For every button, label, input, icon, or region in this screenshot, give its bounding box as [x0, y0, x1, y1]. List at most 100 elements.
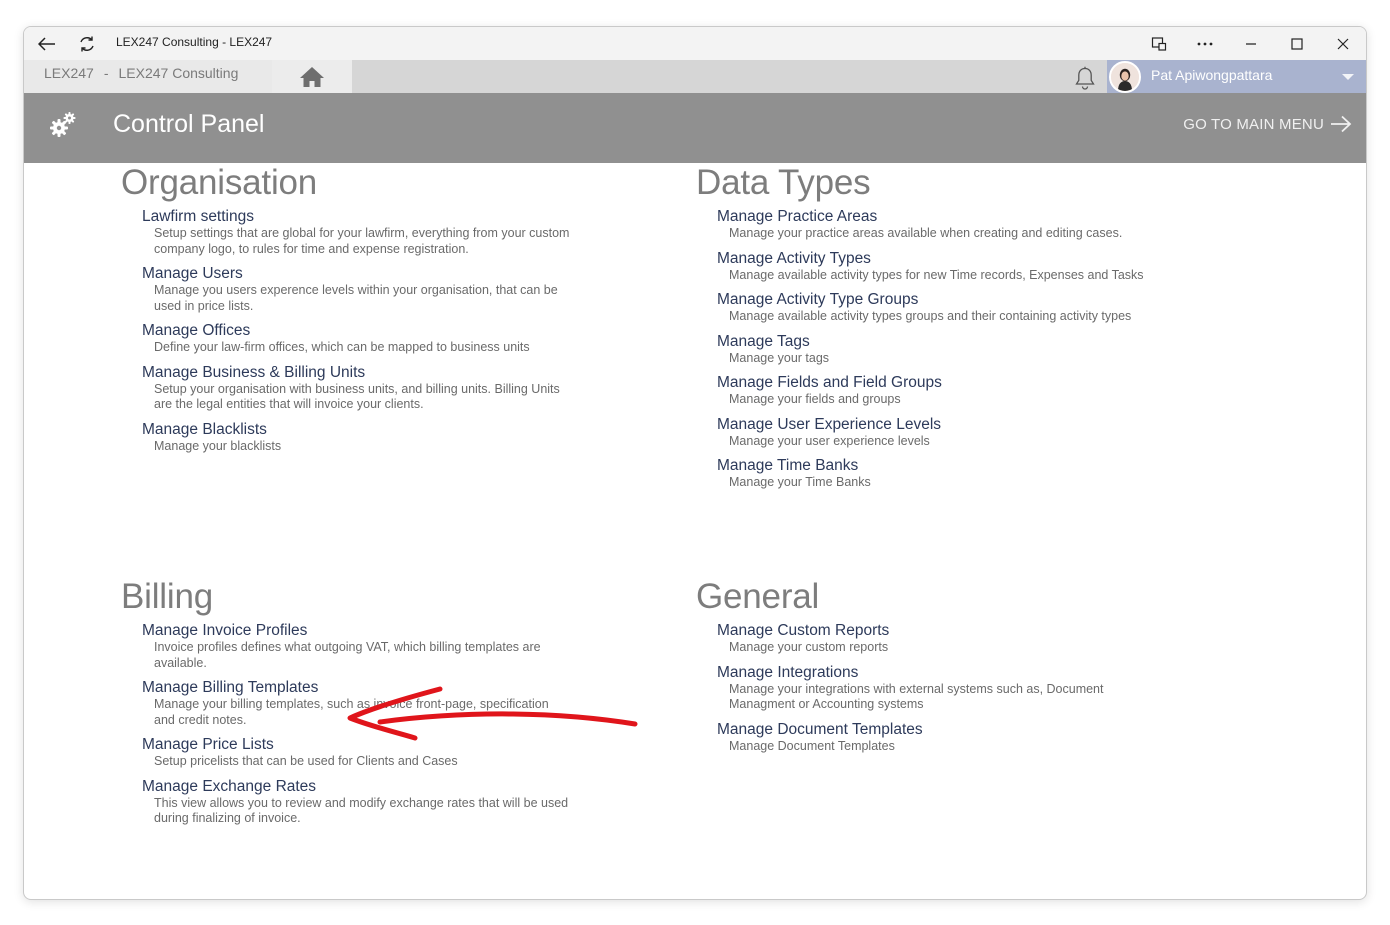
manage-exchange-rates-link[interactable]: Manage Exchange Rates: [142, 777, 316, 796]
lawfirm-settings-link[interactable]: Lawfirm settings: [142, 207, 254, 226]
item-description: Manage Document Templates: [729, 738, 895, 753]
refresh-icon: [80, 36, 94, 51]
home-button[interactable]: [272, 60, 352, 93]
page-header: Control Panel GO TO MAIN MENU: [24, 93, 1366, 163]
list-item: Manage Invoice Profiles Invoice profiles…: [121, 620, 601, 671]
manage-time-banks-link[interactable]: Manage Time Banks: [717, 456, 858, 475]
manage-activity-type-groups-link[interactable]: Manage Activity Type Groups: [717, 290, 918, 309]
maximize-icon: [1291, 37, 1303, 50]
section-billing: Billing Manage Invoice Profiles Invoice …: [121, 577, 601, 833]
minimize-icon: [1246, 42, 1256, 45]
item-description: Setup settings that are global for your …: [154, 226, 570, 256]
maximize-button[interactable]: [1274, 27, 1320, 60]
list-item: Manage Tags Manage your tags: [696, 331, 1176, 367]
list-item: Lawfirm settings Setup settings that are…: [121, 206, 601, 257]
list-item: Manage Custom Reports Manage your custom…: [696, 620, 1176, 656]
cast-button[interactable]: [1136, 27, 1182, 60]
manage-document-templates-link[interactable]: Manage Document Templates: [717, 720, 923, 739]
item-description: Setup pricelists that can be used for Cl…: [154, 754, 458, 768]
manage-tags-link[interactable]: Manage Tags: [717, 332, 810, 351]
minimize-button[interactable]: [1228, 27, 1274, 60]
manage-fields-link[interactable]: Manage Fields and Field Groups: [717, 373, 942, 392]
go-to-main-menu-link[interactable]: GO TO MAIN MENU: [1183, 115, 1352, 133]
section-organisation: Organisation Lawfirm settings Setup sett…: [121, 163, 601, 460]
list-item: Manage Blacklists Manage your blacklists: [121, 419, 601, 455]
manage-invoice-profiles-link[interactable]: Manage Invoice Profiles: [142, 621, 307, 640]
close-icon: [1337, 38, 1349, 49]
list-item: Manage Integrations Manage your integrat…: [696, 662, 1176, 713]
manage-custom-reports-link[interactable]: Manage Custom Reports: [717, 621, 889, 640]
more-icon: [1197, 42, 1213, 45]
item-description: Invoice profiles defines what outgoing V…: [154, 640, 541, 670]
list-item: Manage Billing Templates Manage your bil…: [121, 677, 601, 728]
manage-user-experience-levels-link[interactable]: Manage User Experience Levels: [717, 415, 941, 434]
list-item: Manage Practice Areas Manage your practi…: [696, 206, 1176, 242]
tab-separator: -: [103, 65, 109, 81]
manage-users-link[interactable]: Manage Users: [142, 264, 243, 283]
home-icon: [300, 66, 324, 87]
section-general: General Manage Custom Reports Manage you…: [696, 577, 1176, 760]
list-item: Manage Business & Billing Units Setup yo…: [121, 362, 601, 413]
list-item: Manage Fields and Field Groups Manage yo…: [696, 372, 1176, 408]
chevron-down-icon: [1342, 74, 1354, 80]
list-item: Manage User Experience Levels Manage you…: [696, 414, 1176, 450]
notifications-button[interactable]: [1071, 65, 1099, 91]
item-description: Define your law-firm offices, which can …: [154, 340, 530, 354]
item-description: Manage your billing templates, such as i…: [154, 697, 549, 727]
item-description: Manage your blacklists: [154, 438, 282, 453]
item-description: Setup your organisation with business un…: [154, 381, 560, 412]
user-menu[interactable]: Pat Apiwongpattara: [1107, 60, 1366, 93]
title-bar: LEX247 Consulting - LEX247: [24, 27, 1366, 60]
manage-offices-link[interactable]: Manage Offices: [142, 321, 250, 340]
item-description: Manage available activity types for new …: [729, 267, 1144, 282]
refresh-button[interactable]: [72, 27, 102, 60]
window-title: LEX247 Consulting - LEX247: [116, 35, 273, 49]
manage-integrations-link[interactable]: Manage Integrations: [717, 663, 858, 682]
section-title: Data Types: [696, 163, 871, 202]
section-data-types: Data Types Manage Practice Areas Manage …: [696, 163, 1176, 497]
gear-icon: [50, 112, 76, 137]
item-description: Manage your fields and groups: [729, 392, 901, 406]
section-title: Billing: [121, 577, 213, 616]
section-title: General: [696, 577, 820, 616]
item-description: Manage your practice areas available whe…: [729, 226, 1123, 240]
list-item: Manage Price Lists Setup pricelists that…: [121, 734, 601, 770]
tab-bar: LEX247 - LEX247 Consulting Pat Apiwongpa…: [24, 60, 1366, 93]
cast-icon: [1151, 36, 1167, 51]
arrow-right-icon: [1331, 115, 1352, 133]
page-title: Control Panel: [113, 110, 265, 138]
back-button[interactable]: [32, 27, 62, 60]
list-item: Manage Offices Define your law-firm offi…: [121, 320, 601, 356]
list-item: Manage Users Manage you users experence …: [121, 263, 601, 314]
item-description: Manage available activity types groups a…: [729, 309, 1132, 323]
tab-lex247-consulting[interactable]: LEX247 - LEX247 Consulting: [24, 60, 272, 93]
list-item: Manage Time Banks Manage your Time Banks: [696, 455, 1176, 491]
manage-business-billing-units-link[interactable]: Manage Business & Billing Units: [142, 363, 365, 382]
user-name: Pat Apiwongpattara: [1151, 67, 1273, 83]
bell-icon: [1075, 66, 1095, 90]
manage-practice-areas-link[interactable]: Manage Practice Areas: [717, 207, 877, 226]
item-description: This view allows you to review and modif…: [154, 795, 569, 826]
manage-activity-types-link[interactable]: Manage Activity Types: [717, 249, 871, 268]
list-item: Manage Document Templates Manage Documen…: [696, 719, 1176, 755]
list-item: Manage Activity Types Manage available a…: [696, 248, 1176, 284]
item-description: Manage your Time Banks: [729, 475, 871, 489]
main-menu-label: GO TO MAIN MENU: [1183, 115, 1324, 133]
item-description: Manage your tags: [729, 350, 830, 365]
list-item: Manage Exchange Rates This view allows y…: [121, 776, 601, 827]
list-item: Manage Activity Type Groups Manage avail…: [696, 289, 1176, 325]
manage-price-lists-link[interactable]: Manage Price Lists: [142, 735, 274, 754]
item-description: Manage your integrations with external s…: [729, 681, 1104, 712]
back-arrow-icon: [38, 36, 55, 51]
avatar: [1109, 61, 1141, 93]
manage-billing-templates-link[interactable]: Manage Billing Templates: [142, 678, 318, 697]
tab-prefix: LEX247: [44, 65, 94, 81]
item-description: Manage you users experence levels within…: [154, 283, 558, 313]
item-description: Manage your custom reports: [729, 640, 889, 654]
more-button[interactable]: [1182, 27, 1228, 60]
section-title: Organisation: [121, 163, 318, 202]
close-button[interactable]: [1320, 27, 1366, 60]
tab-label: LEX247 Consulting: [118, 65, 239, 81]
item-description: Manage your user experience levels: [729, 433, 930, 448]
manage-blacklists-link[interactable]: Manage Blacklists: [142, 420, 267, 439]
